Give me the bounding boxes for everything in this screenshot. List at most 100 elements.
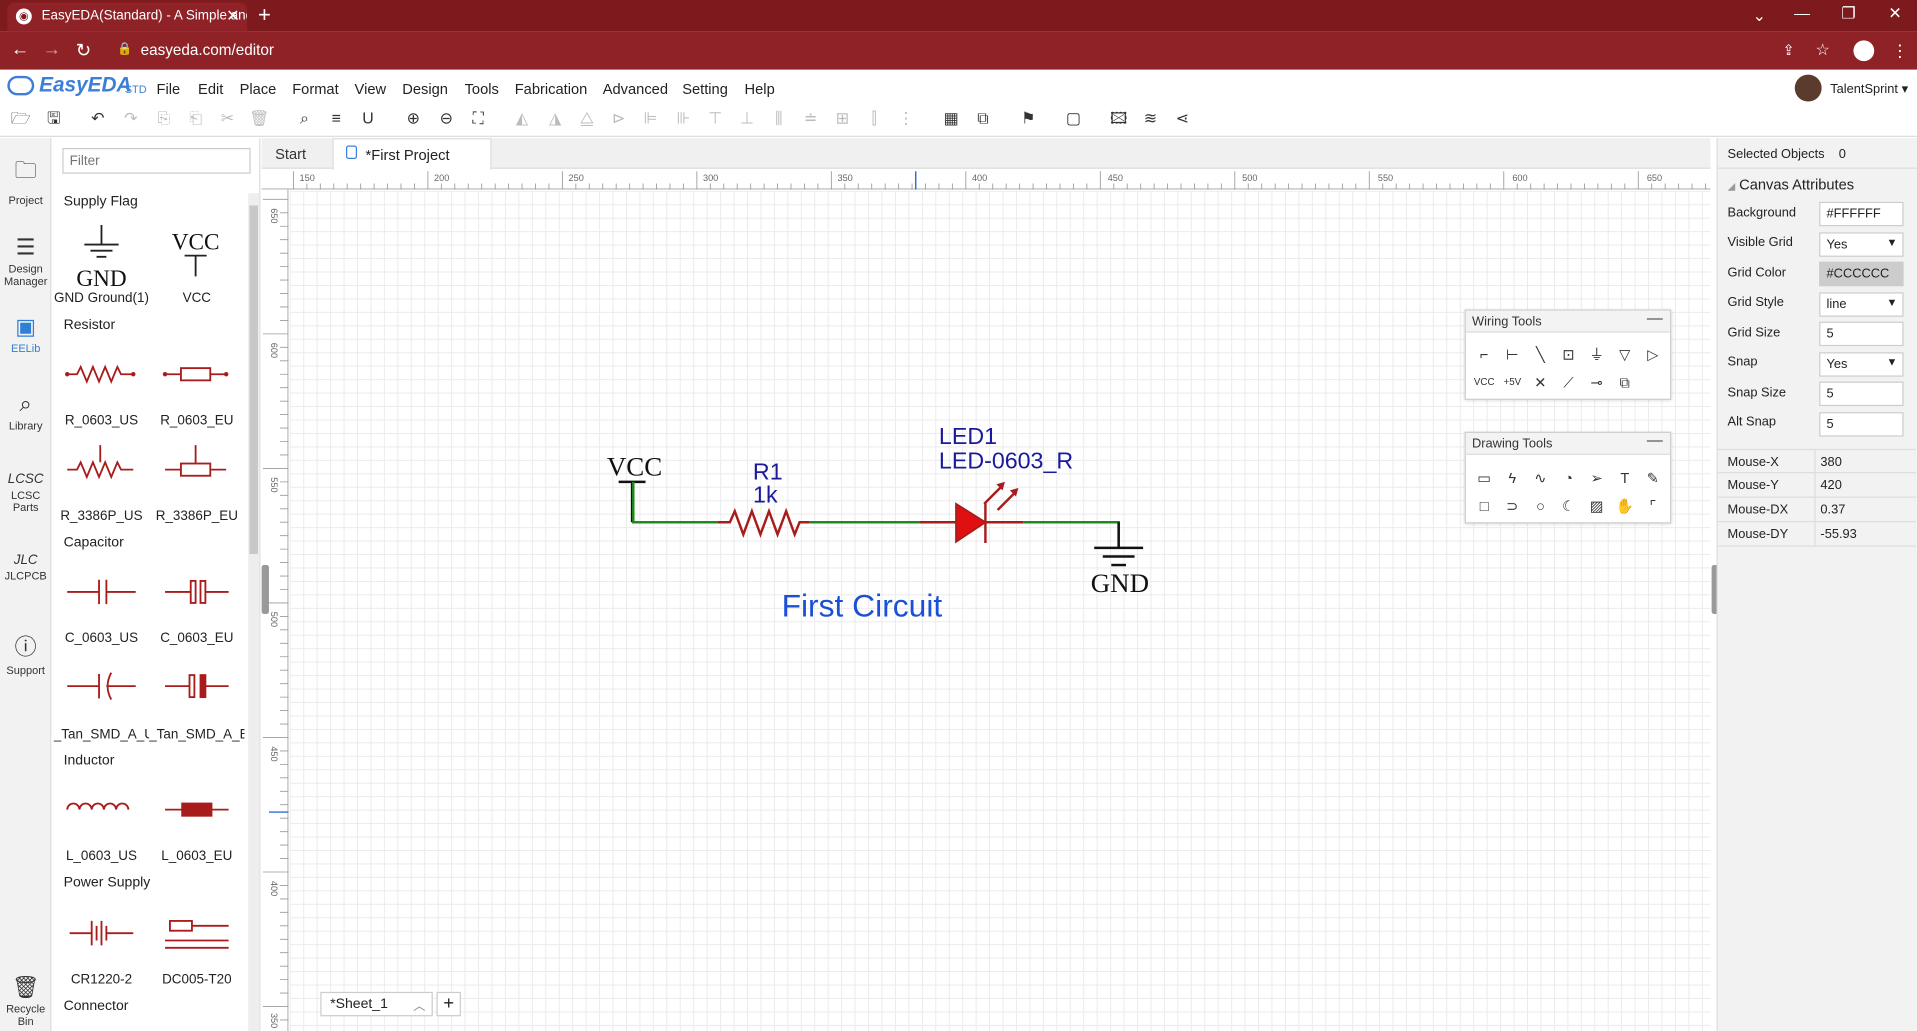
menu-tools[interactable]: Tools (465, 81, 499, 98)
alt-snap-field[interactable]: 5 (1819, 412, 1904, 437)
part-rp-eu[interactable]: R_3386P_EU (149, 509, 244, 524)
plus5v-flag-icon[interactable]: +5V (1501, 372, 1523, 394)
part-vcc[interactable]: VCC (149, 291, 244, 306)
wiring-tools-header[interactable]: Wiring Tools — (1465, 308, 1671, 333)
resistor-r1[interactable] (717, 507, 810, 538)
align-left-icon[interactable]: ⊫ (638, 108, 662, 130)
flip-h-icon[interactable]: ⧋ (575, 108, 599, 130)
text-box-icon[interactable]: ▢ (1061, 108, 1085, 130)
part-tan-a[interactable]: _Tan_SMD_A_U (54, 728, 149, 743)
canvas-attributes-heading[interactable]: ◢ Canvas Attributes (1728, 176, 1855, 193)
menu-format[interactable]: Format (292, 81, 338, 98)
undo-icon[interactable]: ↶ (86, 108, 110, 130)
image-icon[interactable]: 🖾 (1106, 108, 1130, 130)
menu-advanced[interactable]: Advanced (603, 81, 668, 98)
menu-edit[interactable]: Edit (198, 81, 223, 98)
part-c-us[interactable]: C_0603_US (54, 631, 149, 646)
reload-icon[interactable]: ↻ (76, 39, 91, 61)
share-icon[interactable]: ⇪ (1783, 42, 1795, 59)
schematic-title[interactable]: First Circuit (782, 587, 943, 623)
save-icon[interactable]: 🖫 (42, 108, 66, 130)
part-cr1220[interactable]: CR1220-2 (54, 972, 149, 987)
bus-entry-icon[interactable]: ╲ (1529, 344, 1551, 366)
nav-project[interactable]: 🗀 Project (0, 155, 51, 207)
user-name[interactable]: TalentSprint ▾ (1830, 82, 1908, 97)
update-icon[interactable]: U (356, 108, 380, 130)
wire-vcc-r1[interactable] (632, 481, 718, 524)
cut-icon[interactable]: ✂ (215, 108, 239, 130)
paste-icon[interactable]: ⎗ (183, 108, 207, 130)
menu-fabrication[interactable]: Fabrication (515, 81, 588, 98)
polyline-icon[interactable]: ϟ (1501, 467, 1523, 489)
minimize-icon[interactable]: — (1784, 4, 1821, 22)
part-l-eu[interactable]: L_0603_EU (149, 849, 244, 864)
library-scroll-thumb[interactable] (249, 205, 258, 555)
part-r-us[interactable]: R_0603_US (54, 413, 149, 428)
wire-led-gnd[interactable] (1023, 521, 1120, 548)
part-r-eu[interactable]: R_0603_EU (149, 413, 244, 428)
snap-size-field[interactable]: 5 (1819, 381, 1904, 407)
close-window-icon[interactable]: ✕ (1877, 4, 1914, 24)
no-connect-icon[interactable]: ✕ (1529, 372, 1551, 394)
voltage-probe-icon[interactable]: ⟋ (1558, 372, 1580, 394)
canvas-origin-icon[interactable]: ⌜ (1642, 495, 1664, 517)
grid-size-field[interactable]: 5 (1819, 321, 1904, 347)
back-icon[interactable]: ← (11, 39, 29, 60)
avatar[interactable] (1794, 74, 1822, 102)
polygon-icon[interactable]: ⊃ (1501, 495, 1523, 517)
nav-library[interactable]: ⌕ Library (0, 391, 51, 431)
zoom-out-icon[interactable]: ⊖ (434, 108, 458, 130)
nav-support[interactable]: ⓘ Support (0, 630, 51, 677)
align-center-icon[interactable]: ⫼ (767, 108, 791, 130)
collapse-left-handle[interactable] (261, 565, 269, 614)
arrowhead-icon[interactable]: ➢ (1586, 467, 1608, 489)
wire-icon[interactable]: ⌐ (1473, 344, 1495, 366)
copy-icon[interactable]: ⎘ (152, 108, 176, 130)
add-sheet-button[interactable]: + (436, 991, 461, 1017)
bom-icon[interactable]: ▦ (939, 108, 963, 130)
browser-tab[interactable]: EasyEDA(Standard) - A Simple and (7, 2, 247, 32)
pin-icon[interactable]: ⊸ (1586, 372, 1608, 394)
led-led1[interactable] (919, 481, 1024, 544)
menu-help[interactable]: Help (745, 81, 775, 98)
nav-design-manager[interactable]: ☰ Design Manager (0, 235, 51, 288)
profile-menu-icon[interactable]: ⌄ (1741, 6, 1778, 26)
menu-design[interactable]: Design (402, 81, 448, 98)
share-design-icon[interactable]: ⋖ (1170, 108, 1194, 130)
led-value[interactable]: LED-0603_R (939, 447, 1073, 473)
part-dc005[interactable]: DC005-T20 (149, 972, 244, 987)
redo-icon[interactable]: ↷ (119, 108, 143, 130)
open-icon[interactable]: 🗁 (9, 108, 33, 130)
find-icon[interactable]: ⌕ (292, 108, 316, 130)
background-field[interactable]: #FFFFFF (1819, 201, 1904, 227)
url-field[interactable]: easyeda.com/editor (141, 42, 274, 59)
part-rp-us[interactable]: R_3386P_US (54, 509, 149, 524)
net-label-icon[interactable]: ⊡ (1558, 344, 1580, 366)
zoom-in-icon[interactable]: ⊕ (401, 108, 425, 130)
design-check-icon[interactable]: ⚑ (1016, 108, 1040, 130)
align-middle-icon[interactable]: ≐ (798, 108, 822, 130)
part-l-us[interactable]: L_0603_US (54, 849, 149, 864)
nav-jlcpcb[interactable]: JLC JLCPCB (0, 553, 51, 582)
minimize-palette-icon[interactable]: — (1647, 308, 1663, 326)
flip-v-icon[interactable]: ⊳ (606, 108, 630, 130)
freehand-icon[interactable]: ✎ (1642, 467, 1664, 489)
bookmark-star-icon[interactable]: ☆ (1816, 40, 1830, 60)
nav-eelib[interactable]: ▣ EELib (0, 314, 51, 354)
drawing-frame-icon[interactable]: ▭ (1473, 467, 1495, 489)
align-grid-icon[interactable]: ⋮ (894, 108, 918, 130)
browser-menu-icon[interactable]: ⋮ (1891, 40, 1908, 61)
group-icon[interactable]: ⧉ (1614, 372, 1636, 394)
menu-setting[interactable]: Setting (682, 81, 728, 98)
align-right-icon[interactable]: ⊪ (671, 108, 695, 130)
grid-color-field[interactable]: #CCCCCC (1819, 261, 1904, 287)
minimize-palette-icon[interactable]: — (1647, 430, 1663, 448)
rectangle-icon[interactable]: □ (1473, 495, 1495, 517)
account-icon[interactable] (1853, 40, 1875, 62)
distribute-icon[interactable]: ⊞ (830, 108, 854, 130)
menu-view[interactable]: View (355, 81, 387, 98)
delete-icon[interactable]: 🗑 (247, 108, 271, 130)
bus-icon[interactable]: ⊢ (1501, 344, 1523, 366)
snap-select[interactable]: Yes ▼ (1819, 352, 1904, 377)
forward-icon[interactable]: → (43, 39, 61, 60)
